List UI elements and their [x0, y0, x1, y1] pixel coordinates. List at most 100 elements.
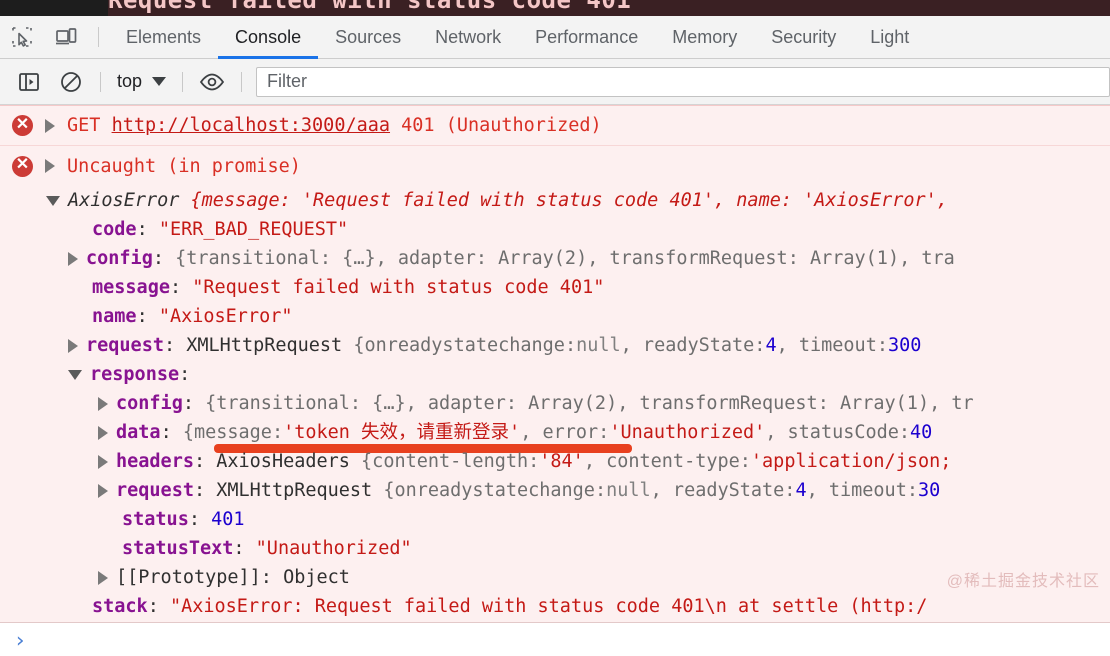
prop-value: "AxiosError" — [158, 306, 293, 327]
device-toolbar-icon[interactable] — [44, 16, 88, 59]
prop-row-response-headers[interactable]: headers : AxiosHeaders {content-length: … — [0, 447, 1110, 476]
prop-value: {transitional: {…}, adapter: Array(2), t… — [205, 393, 974, 414]
headers-content-length: '84' — [539, 451, 584, 472]
prop-key: stack — [92, 596, 148, 617]
prop-key: status — [122, 509, 189, 530]
prop-row-message: message : "Request failed with status co… — [0, 273, 1110, 302]
expand-triangle-icon[interactable] — [68, 251, 78, 266]
prop-key: headers — [116, 451, 194, 472]
prop-readystate: 4 — [765, 335, 777, 356]
filter-input[interactable]: Filter — [256, 66, 1110, 97]
filterbar-divider-3 — [241, 71, 243, 92]
req-preview-a: {onreadystatechange: — [383, 480, 607, 501]
console-message-network-error[interactable]: ✕ GET http://localhost:3000/aaa 401 (Una… — [0, 106, 1110, 146]
error-icon: ✕ — [12, 155, 33, 177]
headers-preview-b: , content-type: — [583, 451, 751, 472]
inspect-element-icon[interactable] — [0, 16, 44, 59]
data-preview-open: {message: — [182, 422, 284, 443]
live-expression-icon[interactable] — [191, 62, 233, 102]
tab-lighthouse[interactable]: Light — [853, 16, 926, 59]
req-preview-c: , timeout: — [806, 480, 918, 501]
console-prompt[interactable]: › — [0, 622, 1110, 656]
prop-key: statusText — [122, 538, 234, 559]
req-timeout: 30 — [917, 480, 941, 501]
expand-triangle-icon[interactable] — [98, 483, 108, 498]
filterbar-divider-1 — [100, 71, 101, 92]
tab-memory[interactable]: Memory — [655, 16, 754, 59]
collapse-triangle-icon[interactable] — [46, 195, 60, 206]
req-readystate: 4 — [795, 480, 807, 501]
http-status: 401 (Unauthorized) — [401, 115, 602, 136]
expand-triangle-icon[interactable] — [98, 396, 108, 411]
tab-label: Elements — [126, 26, 202, 47]
prompt-caret-icon: › — [13, 627, 27, 652]
expand-triangle-icon[interactable] — [45, 118, 55, 133]
tab-network[interactable]: Network — [418, 16, 518, 59]
expand-triangle-icon[interactable] — [45, 159, 55, 173]
execution-context-value: top — [117, 71, 143, 91]
execution-context-select[interactable]: top — [109, 71, 174, 92]
watermark: @稀土掘金技术社区 — [946, 573, 1100, 590]
prop-key: request — [86, 335, 164, 356]
req-null: null — [606, 480, 651, 501]
devtools-window: Request failed with status code 401 Elem… — [0, 0, 1110, 656]
tab-label: Sources — [335, 26, 402, 47]
prop-preview-a: {onreadystatechange: — [353, 335, 577, 356]
uncaught-label: Uncaught (in promise) — [67, 155, 301, 177]
tab-elements[interactable]: Elements — [109, 16, 218, 59]
tab-label: Network — [435, 26, 502, 47]
object-title-preview: {message: 'Request failed with status co… — [190, 190, 948, 211]
tabbar-divider — [98, 27, 99, 47]
filterbar-divider-2 — [182, 71, 184, 92]
prop-value: "Unauthorized" — [255, 538, 412, 559]
prop-preview-b: , readyState: — [620, 335, 766, 356]
axios-error-object-tree: AxiosError {message: 'Request failed wit… — [0, 186, 1110, 622]
devtools-tabbar: Elements Console Sources Network Perform… — [0, 16, 1110, 59]
expand-triangle-icon[interactable] — [98, 425, 108, 440]
object-title-row[interactable]: AxiosError {message: 'Request failed wit… — [0, 186, 1110, 215]
console-sidebar-icon[interactable] — [8, 62, 50, 102]
console-message-uncaught-error[interactable]: ✕ Uncaught (in promise) — [0, 146, 1110, 186]
tab-sources[interactable]: Sources — [318, 16, 418, 59]
data-message-value: 'token 失效，请重新登录' — [283, 422, 521, 443]
prototype-label: [[Prototype]]: Object — [116, 567, 350, 588]
prop-key: request — [116, 480, 194, 501]
expand-triangle-icon[interactable] — [98, 454, 108, 469]
clear-console-icon[interactable] — [50, 62, 92, 102]
prop-row-response-data[interactable]: data : {message: 'token 失效，请重新登录' , erro… — [0, 418, 1110, 453]
prop-row-response-config[interactable]: config : {transitional: {…}, adapter: Ar… — [0, 389, 1110, 418]
chevron-down-icon — [152, 77, 167, 86]
tab-label: Light — [870, 26, 910, 47]
tab-console[interactable]: Console — [218, 16, 319, 59]
prop-row-statustext: statusText : "Unauthorized" — [0, 534, 1110, 563]
expand-triangle-icon[interactable] — [98, 570, 108, 585]
error-icon: ✕ — [12, 115, 33, 136]
toast-banner: Request failed with status code 401 — [0, 0, 1110, 16]
prop-type: AxiosHeaders — [216, 451, 350, 472]
tab-performance[interactable]: Performance — [518, 16, 655, 59]
prop-key: name — [92, 306, 137, 327]
prop-null: null — [576, 335, 621, 356]
prop-preview-c: , timeout: — [776, 335, 888, 356]
prop-value: {transitional: {…}, adapter: Array(2), t… — [175, 248, 955, 269]
prop-timeout: 300 — [887, 335, 922, 356]
data-statuscode-value: 40 — [910, 422, 933, 443]
console-filterbar: top Filter — [0, 59, 1110, 105]
prop-value: "AxiosError: Request failed with status … — [169, 596, 928, 617]
prop-row-config[interactable]: config : {transitional: {…}, adapter: Ar… — [0, 244, 1110, 273]
prop-row-stack: stack : "AxiosError: Request failed with… — [0, 592, 1110, 621]
prop-row-response[interactable]: response : — [0, 360, 1110, 389]
prop-row-request[interactable]: request : XMLHttpRequest {onreadystatech… — [0, 331, 1110, 360]
collapse-triangle-icon[interactable] — [68, 369, 82, 380]
expand-triangle-icon[interactable] — [68, 338, 78, 353]
headers-content-type: 'application/json; — [750, 451, 952, 472]
prop-key: config — [86, 248, 153, 269]
prop-value: "Request failed with status code 401" — [192, 277, 605, 298]
request-url-link[interactable]: http://localhost:3000/aaa — [112, 115, 390, 136]
prop-key: config — [116, 393, 183, 414]
prop-row-prototype-object[interactable]: [[Prototype]]: Object — [0, 563, 1110, 592]
tab-security[interactable]: Security — [754, 16, 853, 59]
prop-row-response-request[interactable]: request : XMLHttpRequest {onreadystatech… — [0, 476, 1110, 505]
filter-placeholder: Filter — [267, 71, 308, 91]
prop-type: XMLHttpRequest — [186, 335, 343, 356]
